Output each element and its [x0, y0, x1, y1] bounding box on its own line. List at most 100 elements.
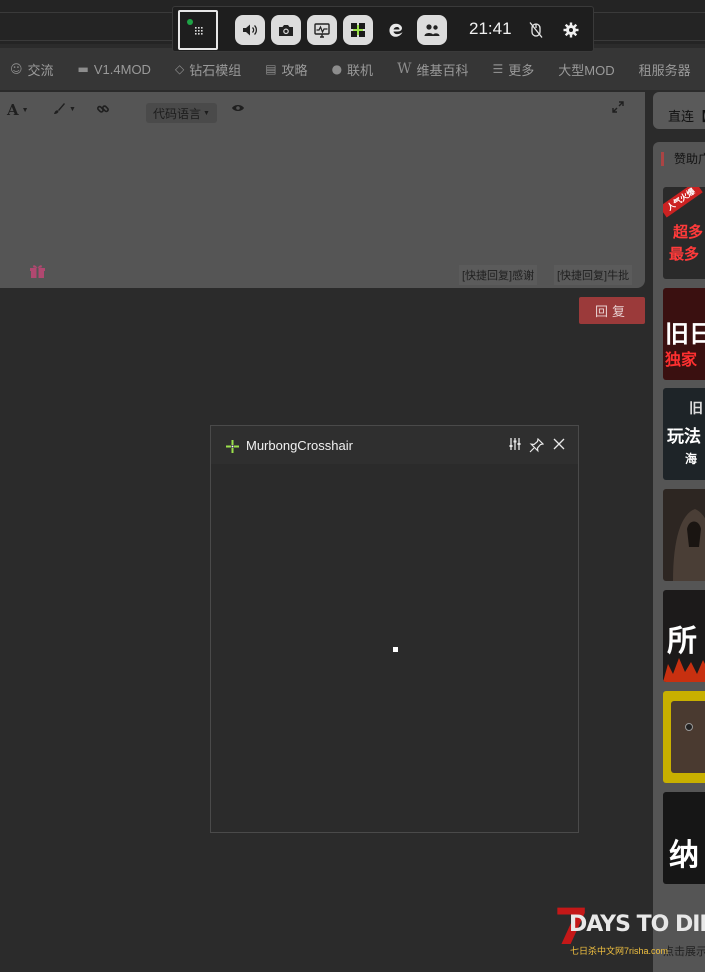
ad-text: 超多 [673, 223, 704, 241]
book-icon: ▤ [265, 62, 277, 76]
sponsor-ad[interactable]: 所 [663, 590, 705, 682]
reply-button[interactable]: 回复 [579, 297, 645, 324]
direct-connect-label: 直连【 [668, 109, 705, 124]
sponsor-ad[interactable]: 人气火爆 超多 最多 [663, 187, 705, 279]
sponsor-ad[interactable]: 纳 [663, 792, 705, 884]
nav-item-mod[interactable]: ▬ V1.4MOD [78, 62, 151, 77]
ad-text: 旧 [689, 401, 703, 417]
gift-icon[interactable] [29, 263, 46, 279]
link-icon [97, 105, 109, 113]
ad-text: 独家 [665, 350, 698, 369]
audio-button[interactable] [235, 15, 265, 45]
nav-item-guides[interactable]: ▤ 攻略 [265, 60, 307, 79]
nav-item-exchange[interactable]: ☺ 交流 [10, 60, 54, 79]
edge-browser-icon [389, 23, 403, 37]
widgets-grid-icon [187, 19, 203, 35]
watermark-title: DAYS TO DIE [569, 912, 705, 937]
editor-toolbar: A ▼ ▼ 代码语言 ▼ [0, 100, 645, 123]
settings-sliders-icon[interactable] [508, 437, 522, 451]
direct-connect-box[interactable]: 直连【 [653, 92, 705, 129]
code-language-label: 代码语言 [153, 106, 202, 121]
settings-button[interactable] [556, 15, 586, 45]
clock: 21:41 [469, 19, 512, 38]
nav-label: 更多 [508, 62, 535, 78]
nav-label: 交流 [27, 62, 54, 78]
mouse-lock-button[interactable] [521, 15, 551, 45]
crosshair-overlay-window: MurbongCrosshair [210, 425, 579, 833]
list-icon: ☰ [492, 62, 504, 76]
widget-menu-button[interactable] [178, 10, 218, 50]
speaker-icon [243, 24, 258, 36]
pin-icon[interactable] [529, 438, 544, 453]
fullscreen-button[interactable] [612, 101, 624, 113]
game-bar: 21:41 [172, 6, 594, 52]
globe-icon: ● [331, 62, 343, 76]
font-icon: A [7, 101, 19, 119]
watermark-subtitle: 七日杀中文网7risha.com [570, 946, 669, 956]
crosshair-widget-icon [351, 23, 365, 37]
ad-text: 最多 [669, 245, 700, 263]
people-icon [424, 24, 440, 36]
ad-text: 旧日 [665, 320, 705, 348]
sponsor-ad[interactable] [663, 489, 705, 581]
overlay-title-bar[interactable]: MurbongCrosshair [211, 426, 578, 464]
eye-icon [232, 105, 244, 111]
nav-item-multiplayer[interactable]: ● 联机 [332, 60, 374, 79]
nav-label: 租服务器 [638, 62, 691, 78]
gear-icon [563, 22, 579, 38]
ad-image [685, 723, 693, 731]
nav-label: 钻石模组 [189, 62, 242, 78]
wikipedia-icon: W [397, 61, 412, 77]
sponsor-ad[interactable] [663, 691, 705, 783]
ad-text: 纳 [669, 838, 699, 873]
nav-label: 攻略 [281, 62, 308, 78]
crosshair-icon [226, 440, 239, 453]
site-nav: ☺ 交流 ▬ V1.4MOD ◇ 钻石模组 ▤ 攻略 ● 联机 W 维基百科 ☰ 更多 大型M… [0, 48, 705, 90]
quick-reply-thanks[interactable]: [快捷回复]感谢 [459, 265, 538, 285]
chevron-down-icon: ▼ [203, 109, 210, 117]
nav-item-more[interactable]: ☰ 更多 [492, 60, 534, 79]
ad-badge: 人气火爆 [663, 187, 703, 218]
capture-button[interactable] [271, 15, 301, 45]
chat-bubbles-icon: ☺ [10, 62, 23, 76]
quick-reply-awesome[interactable]: [快捷回复]牛批 [554, 265, 633, 285]
link-button[interactable] [96, 102, 110, 116]
chevron-down-icon: ▼ [69, 105, 76, 113]
sponsor-title: 赞助广 [661, 152, 705, 166]
mouse-off-icon [529, 22, 543, 38]
sponsor-ad[interactable]: 旧 玩法 海 [663, 388, 705, 480]
nav-item-rent-server[interactable]: 租服务器 [639, 60, 691, 79]
sponsor-ad[interactable]: 旧日 独家 [663, 288, 705, 380]
nav-item-diamond-mods[interactable]: ◇ 钻石模组 [175, 60, 241, 79]
nav-label: 大型MOD [558, 62, 615, 78]
ad-text: 海 [685, 452, 698, 466]
code-language-select[interactable]: 代码语言 ▼ [146, 103, 217, 123]
social-button[interactable] [417, 15, 447, 45]
nav-label: 维基百科 [416, 62, 469, 78]
browser-widget-button[interactable] [381, 15, 411, 45]
folder-icon: ▬ [77, 62, 89, 76]
chevron-down-icon: ▼ [21, 106, 29, 114]
crosshair-dot [393, 647, 398, 652]
ad-image [671, 701, 705, 773]
preview-button[interactable] [231, 103, 245, 113]
expand-icon [612, 101, 624, 113]
right-sidebar: 直连【 赞助广 人气火爆 超多 最多 旧日 独家 旧 玩法 海 所 纳 点击展示 [653, 92, 705, 972]
brush-button[interactable]: ▼ [52, 102, 76, 116]
sponsor-panel: 赞助广 人气火爆 超多 最多 旧日 独家 旧 玩法 海 所 纳 点击展示 [653, 142, 705, 972]
camera-icon [279, 25, 293, 36]
reply-editor[interactable]: A ▼ ▼ 代码语言 ▼ [0, 92, 645, 288]
font-button[interactable]: A ▼ [7, 101, 29, 119]
hooded-figure-image [673, 509, 705, 581]
site-watermark-logo: 7 DAYS TO DIE 七日杀中文网7risha.com [552, 902, 705, 960]
fire-image [663, 658, 705, 682]
close-icon[interactable] [553, 438, 565, 450]
nav-label: V1.4MOD [93, 61, 151, 77]
ad-text: 玩法 [667, 427, 701, 447]
performance-monitor-icon [314, 22, 330, 38]
crosshair-widget-button[interactable] [343, 15, 373, 45]
performance-button[interactable] [307, 15, 337, 45]
nav-item-big-mod[interactable]: 大型MOD [558, 60, 614, 79]
diamond-icon: ◇ [174, 62, 185, 76]
nav-item-wiki[interactable]: W 维基百科 [397, 60, 468, 79]
